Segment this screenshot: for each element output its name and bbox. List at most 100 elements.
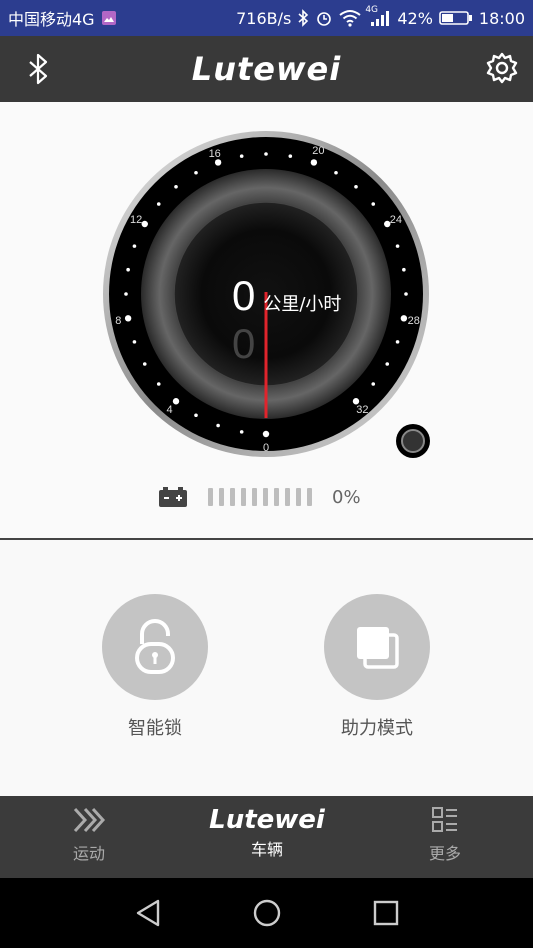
clock: 18:00 [478, 8, 525, 28]
battery-level-bars [208, 488, 312, 506]
speed-readout: 0 公里/小时 [232, 272, 341, 320]
major-tick-dot [124, 315, 132, 322]
minor-tick-dot [239, 430, 244, 434]
speed-tick-label: 12 [130, 214, 142, 226]
speed-tick-label: 0 [263, 442, 269, 454]
tab-vehicle-label: 车辆 [250, 840, 283, 859]
minor-tick-dot [288, 154, 293, 158]
speed-tick-label: 32 [356, 404, 368, 416]
minor-tick-dot [126, 267, 130, 272]
minor-tick-dot [174, 184, 178, 189]
status-bar: 中国移动4G 716B/s 4G 42% 18:00 [0, 0, 533, 36]
battery-icon [159, 487, 187, 507]
minor-tick-dot [395, 340, 400, 344]
net-speed: 716B/s [236, 8, 292, 28]
major-tick-dot [262, 430, 270, 438]
home-icon[interactable] [252, 898, 282, 928]
minor-tick-dot [371, 202, 376, 206]
tab-sport[interactable]: 运动 [64, 806, 114, 864]
record-button[interactable] [396, 424, 430, 458]
minor-tick-dot [334, 170, 338, 175]
more-grid-icon [432, 807, 457, 832]
assist-mode-button[interactable]: 助力模式 [324, 594, 430, 740]
gallery-notification-icon [101, 11, 116, 25]
gear-icon[interactable] [485, 51, 519, 85]
recents-icon[interactable] [372, 899, 400, 927]
record-dot-icon [401, 429, 425, 453]
system-navigation-bar [0, 878, 533, 948]
vehicle-logo: Lutewei [209, 805, 325, 835]
minor-tick-dot [194, 413, 198, 418]
battery-segment [208, 488, 213, 506]
battery-segment [307, 488, 312, 506]
controls-panel: 智能锁 助力模式 [0, 540, 533, 796]
minor-tick-dot [354, 184, 358, 189]
minor-tick-dot [132, 340, 137, 344]
wifi-icon [339, 10, 361, 27]
battery-segment [252, 488, 257, 506]
speed-tick-label: 16 [209, 148, 221, 160]
alarm-icon [317, 12, 332, 26]
trip-reading: 0 [232, 320, 256, 367]
battery-percent: 42% [397, 8, 433, 28]
battery-segment [263, 488, 268, 506]
signal-strength-icon [371, 11, 390, 26]
battery-segment [285, 488, 290, 506]
smart-lock-button[interactable]: 智能锁 [102, 594, 208, 740]
speed-tick-label: 4 [167, 404, 173, 416]
minor-tick-dot [264, 152, 268, 156]
speed-value: 0 [232, 272, 256, 319]
minor-tick-dot [385, 362, 390, 366]
minor-tick-dot [404, 292, 408, 296]
speed-tick-label: 28 [408, 315, 420, 327]
minor-tick-dot [371, 382, 376, 386]
major-tick-dot [214, 159, 222, 166]
assist-mode-circle[interactable] [324, 594, 430, 700]
minor-tick-dot [156, 202, 161, 206]
major-tick-dot [141, 220, 148, 228]
bottom-navigation: 运动 Lutewei 车辆 更多 [0, 796, 533, 878]
minor-tick-dot [142, 362, 147, 366]
major-tick-dot [310, 159, 318, 166]
speed-tick-label: 20 [312, 145, 324, 157]
app-logo: Lutewei [191, 50, 342, 88]
back-icon[interactable] [134, 898, 162, 928]
battery-level-percent: 0% [332, 486, 361, 508]
battery-segment [274, 488, 279, 506]
minor-tick-dot [132, 244, 137, 248]
carrier-label: 中国移动4G [8, 10, 95, 29]
smart-lock-label: 智能锁 [128, 718, 182, 739]
tab-more[interactable]: 更多 [420, 806, 470, 864]
speedometer-panel: 0 4 8 12 16 20 24 28 32 0 公里/小时 0 0% [0, 102, 533, 538]
battery-segment [230, 488, 235, 506]
assist-mode-icon [357, 627, 399, 669]
assist-mode-label: 助力模式 [341, 718, 413, 739]
battery-segment [219, 488, 224, 506]
minor-tick-dot [395, 244, 400, 248]
bluetooth-status-icon [298, 9, 309, 27]
minor-tick-dot [124, 292, 128, 296]
minor-tick-dot [156, 382, 161, 386]
battery-indicator: 0% [158, 486, 361, 508]
sport-chevron-icon [73, 807, 106, 833]
battery-icon [439, 11, 472, 25]
minor-tick-dot [402, 267, 406, 272]
tab-vehicle[interactable]: Lutewei 车辆 [196, 806, 338, 860]
bluetooth-icon[interactable] [24, 52, 52, 86]
battery-segment [241, 488, 246, 506]
battery-segment [296, 488, 301, 506]
speed-tick-label: 8 [115, 315, 121, 327]
speed-tick-label: 24 [390, 214, 402, 226]
app-bar: Lutewei [0, 36, 533, 102]
minor-tick-dot [194, 170, 198, 175]
unlock-icon [135, 619, 175, 674]
minor-tick-dot [216, 423, 220, 428]
major-tick-dot [172, 398, 180, 405]
tab-more-label: 更多 [428, 844, 461, 863]
minor-tick-dot [239, 154, 244, 158]
major-tick-dot [400, 315, 408, 322]
smart-lock-circle[interactable] [102, 594, 208, 700]
tab-sport-label: 运动 [72, 844, 105, 863]
signal-indicator: 4G [365, 5, 391, 27]
speed-unit: 公里/小时 [263, 294, 342, 315]
